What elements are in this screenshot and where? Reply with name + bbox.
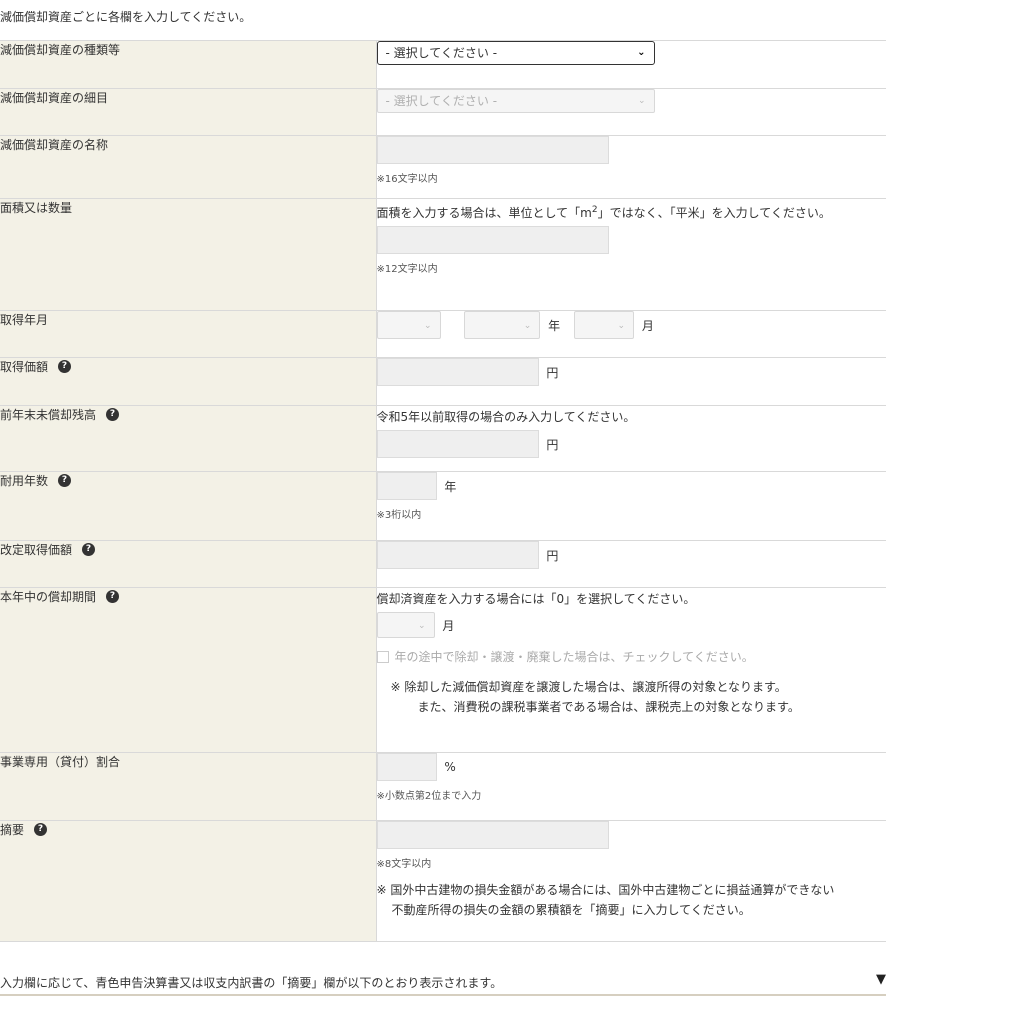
- summary-preview-text: 入力欄に応じて、青色申告決算書又は収支内訳書の「摘要」欄が以下のとおり表示されま…: [0, 976, 503, 990]
- row-revised-price: 改定取得価額? 円: [0, 540, 886, 588]
- row-business-ratio: 事業専用（貸付）割合 % ※小数点第2位まで入力: [0, 752, 886, 821]
- year-select[interactable]: ⌄: [464, 311, 541, 339]
- revised-price-unit: 円: [546, 548, 559, 563]
- asset-name-input[interactable]: [376, 136, 609, 164]
- row-area-quantity: 面積又は数量 面積を入力する場合は、単位として「m2」ではなく、「平米」を入力し…: [0, 198, 886, 311]
- intro-text: 減価償却資産ごとに各欄を入力してください。: [0, 10, 252, 24]
- acquisition-price-label: 取得価額: [0, 360, 49, 374]
- area-quantity-input[interactable]: [376, 226, 609, 254]
- area-quantity-description: 面積を入力する場合は、単位として「m2」ではなく、「平米」を入力してください。: [376, 205, 831, 220]
- help-icon[interactable]: ?: [58, 474, 72, 487]
- row-depreciation-period: 本年中の償却期間? 償却済資産を入力する場合には「0」を選択してください。 ⌄ …: [0, 587, 887, 753]
- row-acquisition-date: 取得年月 ⌄ ⌄ 年 ⌄ 月: [0, 310, 886, 358]
- chevron-down-icon: ⌄: [617, 321, 625, 331]
- asset-form-table: 減価償却資産の種類等 - 選択してください - ⌄ 減価償却資産の細目 - 選択…: [0, 40, 886, 942]
- asset-name-label: 減価償却資産の名称: [0, 138, 109, 152]
- revised-price-label: 改定取得価額: [0, 543, 73, 557]
- acquisition-price-input[interactable]: [376, 358, 539, 386]
- disposal-remark: ※ 除却した減価償却資産を譲渡した場合は、譲渡所得の対象となります。 また、消費…: [390, 680, 800, 714]
- depreciation-period-label: 本年中の償却期間: [0, 590, 97, 604]
- business-ratio-input[interactable]: [376, 753, 437, 781]
- chevron-down-icon: ⌄: [637, 96, 646, 106]
- useful-life-label: 耐用年数: [0, 474, 49, 488]
- business-ratio-label: 事業専用（貸付）割合: [0, 755, 121, 769]
- acquisition-date-label: 取得年月: [0, 313, 49, 327]
- summary-preview-toggle[interactable]: 入力欄に応じて、青色申告決算書又は収支内訳書の「摘要」欄が以下のとおり表示されま…: [0, 970, 886, 996]
- asset-type-select[interactable]: - 選択してください - ⌄: [376, 41, 655, 65]
- help-icon[interactable]: ?: [34, 823, 48, 836]
- revised-price-input[interactable]: [376, 541, 539, 569]
- prev-balance-description: 令和5年以前取得の場合のみ入力してください。: [376, 410, 636, 424]
- asset-detail-select-value: - 選択してください -: [385, 94, 498, 108]
- help-icon[interactable]: ?: [106, 408, 120, 421]
- useful-life-note: ※3桁以内: [376, 510, 422, 521]
- month-unit: 月: [641, 318, 654, 333]
- asset-detail-label: 減価償却資産の細目: [0, 91, 109, 105]
- summary-note: ※8文字以内: [376, 859, 432, 870]
- help-icon[interactable]: ?: [82, 543, 96, 556]
- month-select[interactable]: ⌄: [574, 311, 634, 339]
- business-ratio-unit: %: [444, 760, 456, 774]
- period-month-select[interactable]: ⌄: [376, 612, 435, 638]
- row-acquisition-price: 取得価額? 円: [0, 357, 886, 406]
- summary-label: 摘要: [0, 823, 25, 837]
- useful-life-unit: 年: [444, 479, 457, 494]
- area-quantity-label: 面積又は数量: [0, 201, 73, 215]
- chevron-down-icon: ⌄: [637, 47, 646, 58]
- disposal-checkbox-row[interactable]: 年の途中で除却・譲渡・廃棄した場合は、チェックしてください。: [376, 648, 887, 665]
- chevron-down-icon: ⌄: [423, 321, 432, 331]
- depreciation-period-description: 償却済資産を入力する場合には「0」を選択してください。: [376, 592, 696, 606]
- prev-balance-input[interactable]: [376, 430, 539, 458]
- summary-remark: ※ 国外中古建物の損失金額がある場合には、国外中古建物ごとに損益通算ができない …: [376, 883, 835, 917]
- row-asset-name: 減価償却資産の名称 ※16文字以内: [0, 135, 886, 199]
- triangle-down-icon: ▼: [876, 972, 886, 987]
- help-icon[interactable]: ?: [58, 360, 72, 373]
- asset-type-label: 減価償却資産の種類等: [0, 43, 121, 57]
- prev-balance-unit: 円: [546, 437, 559, 452]
- period-month-unit: 月: [442, 618, 455, 633]
- year-unit: 年: [548, 318, 561, 333]
- disposal-checkbox-label: 年の途中で除却・譲渡・廃棄した場合は、チェックしてください。: [394, 650, 754, 664]
- row-prev-balance: 前年末未償却残高? 令和5年以前取得の場合のみ入力してください。 円: [0, 405, 886, 472]
- disposal-checkbox[interactable]: [376, 650, 389, 663]
- summary-input[interactable]: [376, 821, 609, 849]
- row-summary: 摘要? ※8文字以内 ※ 国外中古建物の損失金額がある場合には、国外中古建物ごと…: [0, 820, 886, 942]
- chevron-down-icon: ⌄: [417, 621, 426, 631]
- area-quantity-note: ※12文字以内: [376, 264, 438, 275]
- row-asset-type: 減価償却資産の種類等 - 選択してください - ⌄: [0, 40, 886, 89]
- asset-detail-select[interactable]: - 選択してください - ⌄: [376, 89, 655, 113]
- business-ratio-note: ※小数点第2位まで入力: [376, 791, 482, 802]
- row-asset-detail: 減価償却資産の細目 - 選択してください - ⌄: [0, 88, 886, 136]
- help-icon[interactable]: ?: [106, 590, 120, 603]
- prev-balance-label: 前年末未償却残高: [0, 408, 97, 422]
- asset-type-select-value: - 選択してください -: [385, 46, 498, 60]
- row-useful-life: 耐用年数? 年 ※3桁以内: [0, 471, 886, 541]
- chevron-down-icon: ⌄: [523, 321, 532, 331]
- useful-life-input[interactable]: [376, 472, 437, 500]
- acquisition-price-unit: 円: [546, 365, 559, 380]
- asset-name-note: ※16文字以内: [376, 174, 438, 185]
- era-select[interactable]: ⌄: [376, 311, 441, 339]
